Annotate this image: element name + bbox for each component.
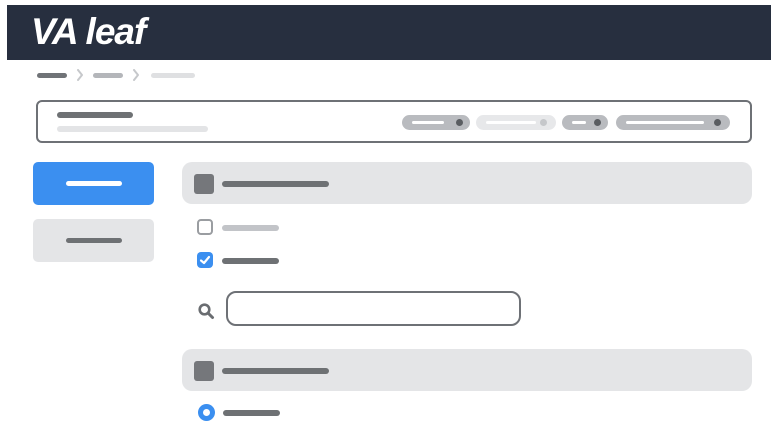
filter-chip-3[interactable] (562, 115, 608, 130)
app-header: VA leaf (7, 5, 771, 60)
section-icon (194, 174, 214, 194)
logo-text: VA leaf (31, 11, 146, 52)
search-icon (198, 303, 214, 319)
filter-chip-2[interactable] (476, 115, 556, 130)
filter-checkbox-2[interactable] (197, 252, 213, 268)
primary-button[interactable] (33, 162, 154, 205)
filter-checkbox-1[interactable] (197, 219, 213, 235)
section-icon (194, 361, 214, 381)
page: VA leaf (0, 0, 771, 422)
remove-chip-icon[interactable] (456, 119, 463, 126)
section-title (222, 368, 329, 374)
checkbox-label-1 (222, 225, 279, 231)
check-icon (199, 255, 211, 265)
radio-label-1 (223, 410, 280, 416)
filter-section-header-2[interactable] (182, 349, 752, 391)
search-input[interactable] (226, 291, 521, 326)
remove-chip-icon[interactable] (714, 119, 721, 126)
chevron-right-icon (77, 69, 83, 81)
remove-chip-icon[interactable] (594, 119, 601, 126)
filter-radio-1[interactable] (198, 404, 215, 421)
filter-section-header-1[interactable] (182, 162, 752, 204)
remove-chip-icon[interactable] (540, 119, 547, 126)
filter-chip-1[interactable] (402, 115, 470, 130)
breadcrumb-item-1[interactable] (37, 73, 67, 78)
summary-title (57, 112, 133, 118)
section-title (222, 181, 329, 187)
breadcrumb-item-current (151, 73, 195, 78)
filter-chip-4[interactable] (616, 115, 730, 130)
checkbox-label-2 (222, 258, 279, 264)
applied-filters-panel (36, 100, 752, 143)
logo[interactable]: VA leaf (31, 11, 146, 53)
radio-selected-icon (203, 409, 210, 416)
summary-subtitle (57, 126, 208, 132)
secondary-button[interactable] (33, 219, 154, 262)
breadcrumb-item-2[interactable] (93, 73, 123, 78)
chevron-right-icon (133, 69, 139, 81)
